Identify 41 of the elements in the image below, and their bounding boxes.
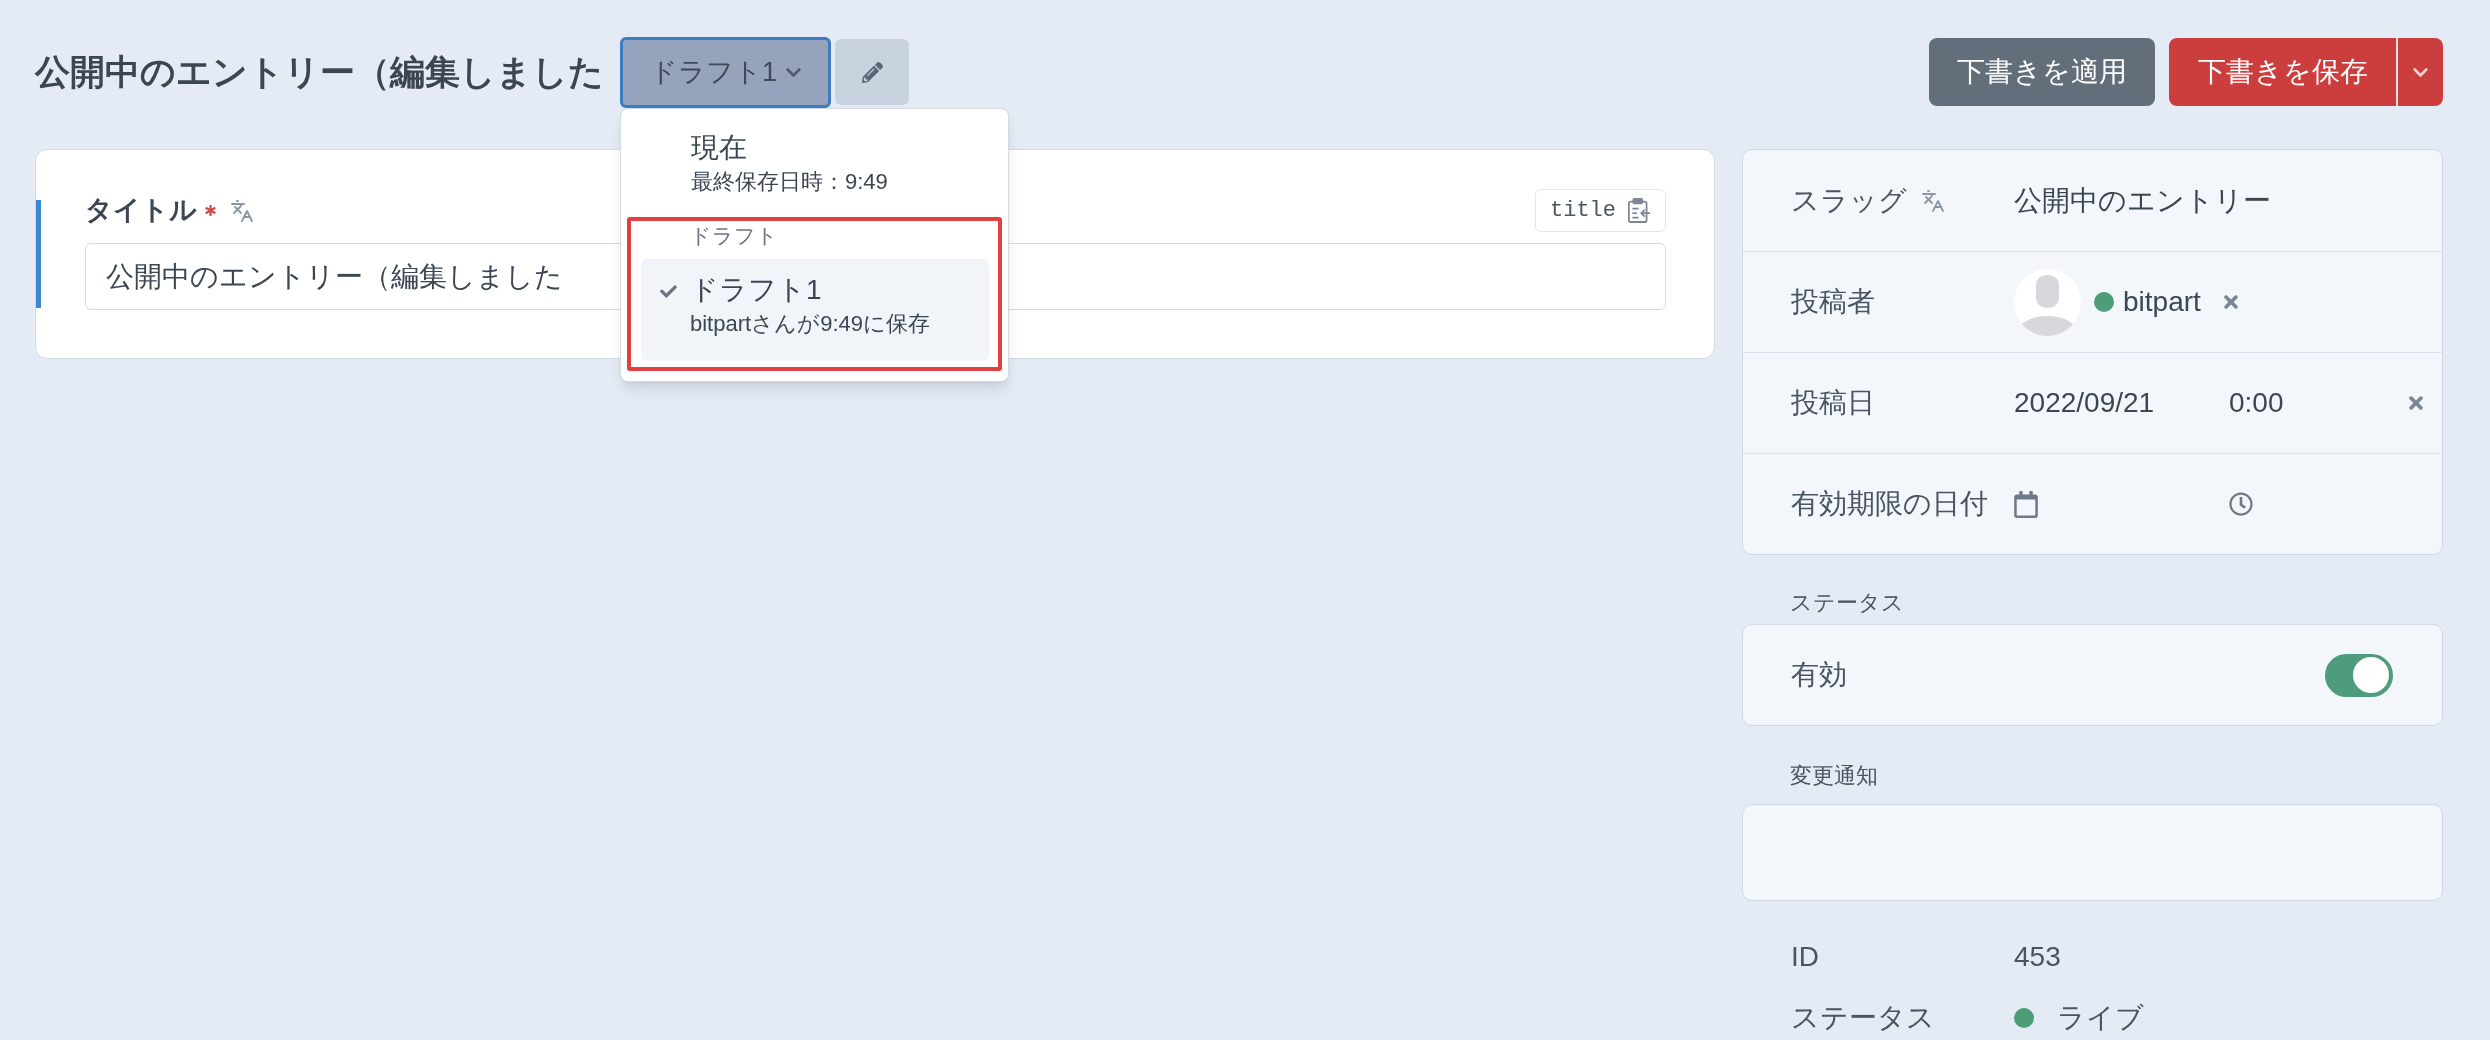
pencil-icon <box>861 61 883 83</box>
field-label: 投稿者 <box>1791 285 1875 319</box>
notification-field[interactable] <box>1742 804 2443 901</box>
time-field[interactable] <box>2229 492 2253 516</box>
avatar-placeholder-icon <box>2014 268 2081 336</box>
field-label: 投稿日 <box>1791 386 1875 420</box>
save-options-button[interactable] <box>2396 38 2443 106</box>
field-label: スラッグ <box>1791 183 1907 218</box>
draft-menu-item[interactable]: 現在 最終保存日時：9:49 <box>621 130 1008 197</box>
draft-menu-item-subtitle: bitpartさんが9:49に保存 <box>690 309 930 338</box>
draft-menu-item[interactable]: ドラフト1 bitpartさんが9:49に保存 <box>641 258 989 361</box>
draft-menu-item-title: ドラフト1 <box>690 272 823 307</box>
toggle-switch[interactable] <box>2325 653 2393 697</box>
drafts-heading: ドラフト <box>690 223 778 247</box>
clock-icon <box>2229 492 2253 516</box>
clipboard-paste-icon <box>1628 198 1651 223</box>
save-draft-button[interactable]: 下書きを保存 <box>2169 38 2396 106</box>
edit-button[interactable] <box>835 39 909 105</box>
meta-value: 453 <box>2014 940 2061 974</box>
calendar-icon <box>2014 490 2038 518</box>
date-field[interactable] <box>2014 490 2038 518</box>
time-field[interactable]: 0:00 <box>2229 382 2284 424</box>
draft-dropdown-button[interactable]: ドラフト1 <box>620 36 831 108</box>
author-name: bitpart <box>2123 285 2201 319</box>
page-title: 公開中のエントリー（編集しました <box>35 50 604 93</box>
date-field[interactable]: 2022/09/21 <box>2014 382 2155 424</box>
section-label: ステータス <box>1790 588 1904 617</box>
section-label: 変更通知 <box>1790 761 1878 790</box>
meta-value: ライブ <box>2057 1001 2144 1035</box>
meta-label: ID <box>1791 940 1820 974</box>
slug-value: 公開中のエントリー <box>2014 183 2271 218</box>
apply-draft-button[interactable]: 下書きを適用 <box>1929 38 2155 106</box>
draft-menu-item-title: 現在 <box>691 130 748 165</box>
copy-handle-button[interactable]: title <box>1535 189 1666 232</box>
clear-icon[interactable] <box>2406 393 2426 413</box>
draft-menu-item-subtitle: 最終保存日時：9:49 <box>691 167 888 196</box>
meta-label: ステータス <box>1791 1001 1936 1035</box>
title-label: タイトル <box>85 194 197 228</box>
toggle-label: 有効 <box>1791 658 1847 692</box>
field-label: 有効期限の日付 <box>1791 487 1988 521</box>
check-icon <box>658 282 679 300</box>
